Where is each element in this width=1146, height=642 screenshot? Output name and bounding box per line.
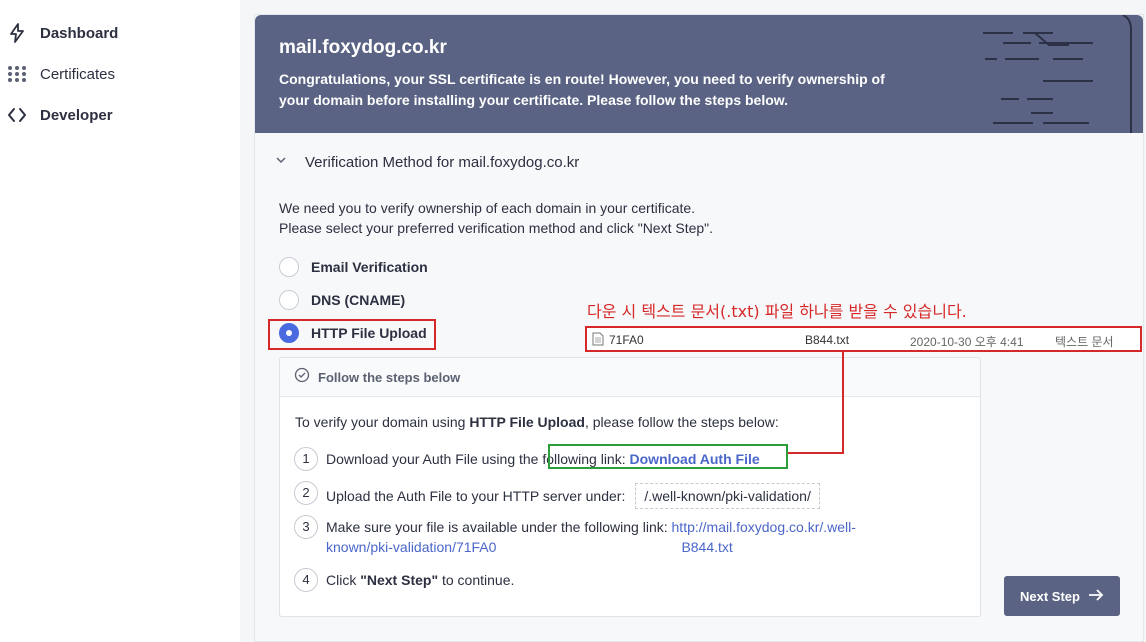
banner-message: Congratulations, your SSL certificate is… [279,71,885,108]
check-circle-icon [294,367,310,388]
sidebar: Dashboard Certificates Developer [0,0,240,642]
annotation-green-box [548,444,788,469]
steps-intro-method: HTTP File Upload [469,414,585,430]
step-2: 2 Upload the Auth File to your HTTP serv… [294,481,820,509]
next-step-label: Next Step [1020,588,1080,604]
radio-dns-cname[interactable]: DNS (CNAME) [279,290,405,310]
sidebar-item-label: Developer [40,106,113,124]
file-name-end: B844.txt [805,333,850,347]
steps-intro: To verify your domain using HTTP File Up… [295,414,779,430]
domain-banner: mail.foxydog.co.kr Congratulations, your… [255,15,1143,133]
next-step-button[interactable]: Next Step [1004,576,1120,616]
step-number: 3 [294,515,318,539]
steps-header-title: Follow the steps below [318,369,461,385]
step-text: Click "Next Step" to continue. [326,568,514,590]
circuit-decoration-icon [983,15,1132,133]
sidebar-item-developer[interactable]: Developer [6,103,113,127]
annotation-red-box [268,319,436,350]
step-number: 1 [294,447,318,471]
validation-path: /.well-known/pki-validation/ [635,483,820,509]
radio-label: DNS (CNAME) [311,292,406,308]
banner-domain: mail.foxydog.co.kr [279,37,447,58]
steps-panel: Follow the steps below To verify your do… [279,357,981,617]
file-date: 2020-10-30 오후 4:41 [910,335,1024,349]
step3-text: Make sure your file is available under t… [326,519,672,535]
chevron-down-icon [275,153,287,171]
radio-button[interactable] [279,257,299,277]
annotation-file-row: 71FA0 B844.txt 2020-10-30 오후 4:41 텍스트 문서 [585,326,1142,352]
step4-prefix: Click [326,572,361,588]
arrow-right-icon [1088,588,1104,605]
step-number: 2 [294,481,318,505]
sidebar-item-label: Dashboard [40,24,119,42]
verification-method-toggle[interactable]: Verification Method for mail.foxydog.co.… [275,153,579,171]
lightning-icon [6,22,28,44]
step-text: Make sure your file is available under t… [326,515,856,557]
intro-line-2: Please select your preferred verificatio… [279,220,714,236]
file-name-start: 71FA0 [609,333,644,347]
code-icon [6,104,28,126]
steps-intro-suffix: , please follow the steps below: [584,414,779,430]
sidebar-item-label: Certificates [40,65,116,83]
grid-icon [6,63,28,85]
validation-url-link[interactable]: http://mail.foxydog.co.kr/.well- [672,519,856,535]
validation-url-link-cont[interactable]: known/pki-validation/71FA0 [326,539,496,555]
step-4: 4 Click "Next Step" to continue. [294,568,514,592]
verification-intro: We need you to verify ownership of each … [279,198,713,238]
step-number: 4 [294,568,318,592]
verification-method-title: Verification Method for mail.foxydog.co.… [305,153,580,171]
step4-suffix: to continue. [438,572,515,588]
step2-text: Upload the Auth File to your HTTP server… [326,488,626,504]
validation-url-link-end[interactable]: B844.txt [681,539,732,555]
step4-bold: "Next Step" [360,572,439,588]
step-text: Upload the Auth File to your HTTP server… [326,481,820,509]
steps-intro-prefix: To verify your domain using [295,414,470,430]
radio-email-verification[interactable]: Email Verification [279,257,428,277]
annotation-connector [842,352,844,454]
annotation-connector [788,452,844,454]
radio-label: Email Verification [311,259,428,275]
sidebar-item-certificates[interactable]: Certificates [6,62,115,86]
file-type: 텍스트 문서 [1055,335,1114,349]
text-file-icon [592,332,604,349]
sidebar-item-dashboard[interactable]: Dashboard [6,21,118,45]
step-3: 3 Make sure your file is available under… [294,515,934,557]
intro-line-1: We need you to verify ownership of each … [279,200,696,216]
annotation-caption: 다운 시 텍스트 문서(.txt) 파일 하나를 받을 수 있습니다. [587,302,967,321]
radio-button[interactable] [279,290,299,310]
steps-header: Follow the steps below [280,358,980,397]
